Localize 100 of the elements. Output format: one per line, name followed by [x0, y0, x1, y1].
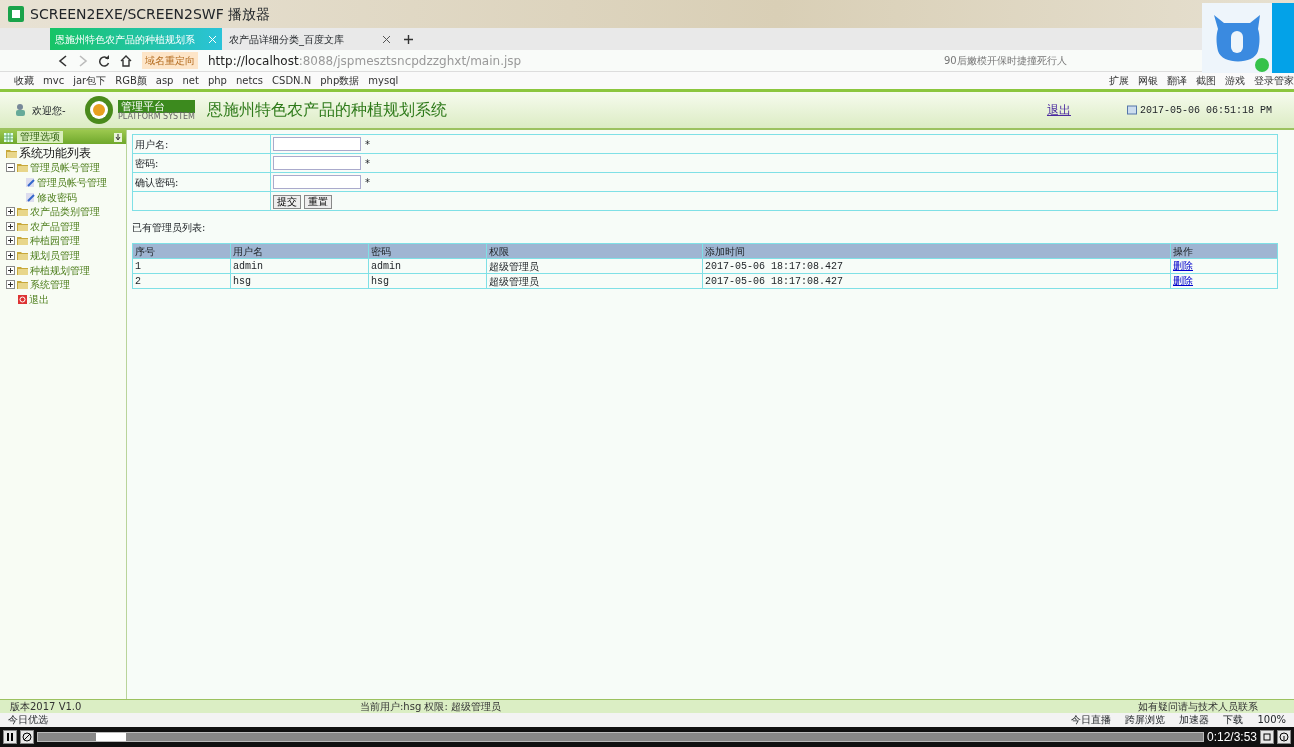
expand-toggle-icon[interactable] — [6, 236, 15, 246]
stop-icon — [22, 732, 32, 742]
required-mark: * — [365, 157, 370, 169]
toolbar-button[interactable]: 网银 — [1138, 73, 1158, 88]
system-title: 恩施州特色农产品的种植规划系统 — [207, 99, 448, 121]
back-icon[interactable] — [58, 54, 68, 67]
edit-page-icon — [26, 192, 35, 202]
delete-link[interactable]: 删除 — [1173, 260, 1193, 272]
toolbar-button[interactable]: 翻译 — [1167, 73, 1187, 88]
bookmark-link[interactable]: 收藏 — [14, 73, 34, 88]
close-icon[interactable] — [382, 34, 391, 44]
status-button[interactable]: 下载 — [1223, 715, 1244, 725]
promo-link[interactable]: 今日优选 — [8, 715, 48, 725]
tree-item[interactable]: 管理员帐号管理 — [30, 160, 100, 176]
sidebar-heading: 管理选项 — [17, 131, 63, 143]
status-button[interactable]: 加速器 — [1179, 715, 1210, 725]
status-button[interactable]: 今日直播 — [1071, 715, 1112, 725]
table-cell: 1 — [132, 258, 231, 274]
folder-icon — [17, 207, 28, 217]
required-mark: * — [365, 176, 370, 188]
bookmark-link[interactable]: mysql — [368, 73, 399, 88]
tree-item[interactable]: 系统管理 — [30, 277, 70, 293]
tree-item[interactable]: 种植园管理 — [30, 233, 80, 249]
pause-button[interactable] — [3, 730, 17, 744]
table-cell: hsg — [230, 273, 369, 289]
column-header: 序号 — [132, 243, 231, 259]
search-field[interactable]: 90后嫩模开保时捷撞死行人 — [944, 53, 1184, 68]
folder-icon — [17, 163, 28, 173]
collapse-icon[interactable] — [114, 132, 122, 142]
bookmark-link[interactable]: CSDN.N — [272, 73, 312, 88]
folder-icon — [17, 236, 28, 246]
toolbar-button[interactable]: 游戏 — [1225, 73, 1245, 88]
tree-item[interactable]: 种植规划管理 — [30, 262, 90, 278]
collapse-toggle-icon[interactable] — [6, 163, 15, 173]
column-header: 用户名 — [230, 243, 369, 259]
status-button[interactable]: 100% — [1257, 715, 1286, 725]
table-cell: 超级管理员 — [486, 273, 703, 289]
table-cell: 2017-05-06 18:17:08.427 — [702, 273, 1171, 289]
info-icon — [1279, 732, 1289, 742]
expand-toggle-icon[interactable] — [6, 207, 15, 217]
browser-tab[interactable]: 农产品详细分类_百度文库 — [224, 28, 396, 50]
side-panel — [1272, 3, 1294, 73]
power-icon — [18, 294, 27, 304]
version-text: 版本2017 V1.0 — [10, 701, 83, 712]
stop-button[interactable] — [20, 730, 34, 744]
tree-item[interactable]: 退出 — [29, 291, 49, 307]
input-field[interactable] — [273, 137, 361, 151]
expand-toggle-icon[interactable] — [6, 221, 15, 231]
tree-item[interactable]: 规划员管理 — [30, 247, 80, 263]
progress-thumb[interactable] — [96, 733, 127, 741]
tree-root-label: 系统功能列表 — [19, 145, 91, 163]
toolbar-button[interactable]: 截图 — [1196, 73, 1216, 88]
logout-link[interactable]: 退出 — [1046, 101, 1071, 119]
fullscreen-button[interactable] — [1260, 730, 1274, 744]
input-field[interactable] — [273, 175, 361, 189]
bookmark-link[interactable]: RGB颜 — [115, 73, 147, 88]
expand-toggle-icon[interactable] — [6, 280, 15, 290]
bookmark-link[interactable]: net — [182, 73, 199, 88]
table-cell: admin — [368, 258, 487, 274]
app-icon — [8, 6, 24, 22]
bookmark-link[interactable]: mvc — [43, 73, 65, 88]
address-field[interactable]: http://localhost:8088/jspmesztsncpdzzghxt/main.jsp — [208, 51, 934, 70]
bookmark-link[interactable]: php数据 — [320, 73, 360, 88]
home-icon[interactable] — [120, 54, 132, 67]
toolbar-button[interactable]: 扩展 — [1109, 73, 1129, 88]
reload-icon[interactable] — [98, 54, 110, 67]
tree-item[interactable]: 农产品类别管理 — [30, 204, 100, 220]
tree-item[interactable]: 农产品管理 — [30, 218, 80, 234]
current-user-text: 当前用户:hsg 权限: 超级管理员 — [360, 701, 502, 712]
column-header: 权限 — [486, 243, 703, 259]
bookmark-link[interactable]: php — [207, 73, 227, 88]
window-title: SCREEN2EXE/SCREEN2SWF 播放器 — [30, 4, 271, 24]
tree-item[interactable]: 管理员帐号管理 — [37, 175, 107, 190]
toolbar-button[interactable]: 登录管家 — [1254, 73, 1294, 88]
field-label: 确认密码: — [132, 172, 271, 192]
expand-toggle-icon[interactable] — [6, 250, 15, 260]
platform-logo-icon — [84, 95, 114, 125]
contact-text: 如有疑问请与技术人员联系 — [1138, 701, 1258, 712]
table-cell: admin — [230, 258, 369, 274]
bookmark-link[interactable]: netcs — [235, 73, 264, 88]
folder-icon — [17, 265, 28, 275]
column-header: 添加时间 — [702, 243, 1171, 259]
input-field[interactable] — [273, 156, 361, 170]
bookmark-link[interactable]: asp — [155, 73, 174, 88]
tree-item[interactable]: 修改密码 — [37, 189, 77, 205]
info-button[interactable] — [1277, 730, 1291, 744]
delete-link[interactable]: 删除 — [1173, 275, 1193, 287]
folder-icon — [17, 250, 28, 260]
expand-toggle-icon[interactable] — [6, 265, 15, 275]
date-time: 2017-05-06 06:51:18 PM — [1139, 103, 1272, 118]
table-cell: 2 — [132, 273, 231, 289]
form-button[interactable]: 重置 — [304, 194, 332, 209]
folder-icon — [17, 221, 28, 231]
bookmark-link[interactable]: jar包下 — [73, 73, 107, 88]
list-caption: 已有管理员列表: — [132, 221, 207, 235]
new-tab-icon[interactable] — [404, 35, 413, 44]
status-button[interactable]: 跨屏浏览 — [1125, 715, 1166, 725]
form-button[interactable]: 提交 — [273, 194, 301, 209]
calendar-icon — [1126, 105, 1137, 115]
progress-track[interactable] — [37, 732, 1204, 742]
